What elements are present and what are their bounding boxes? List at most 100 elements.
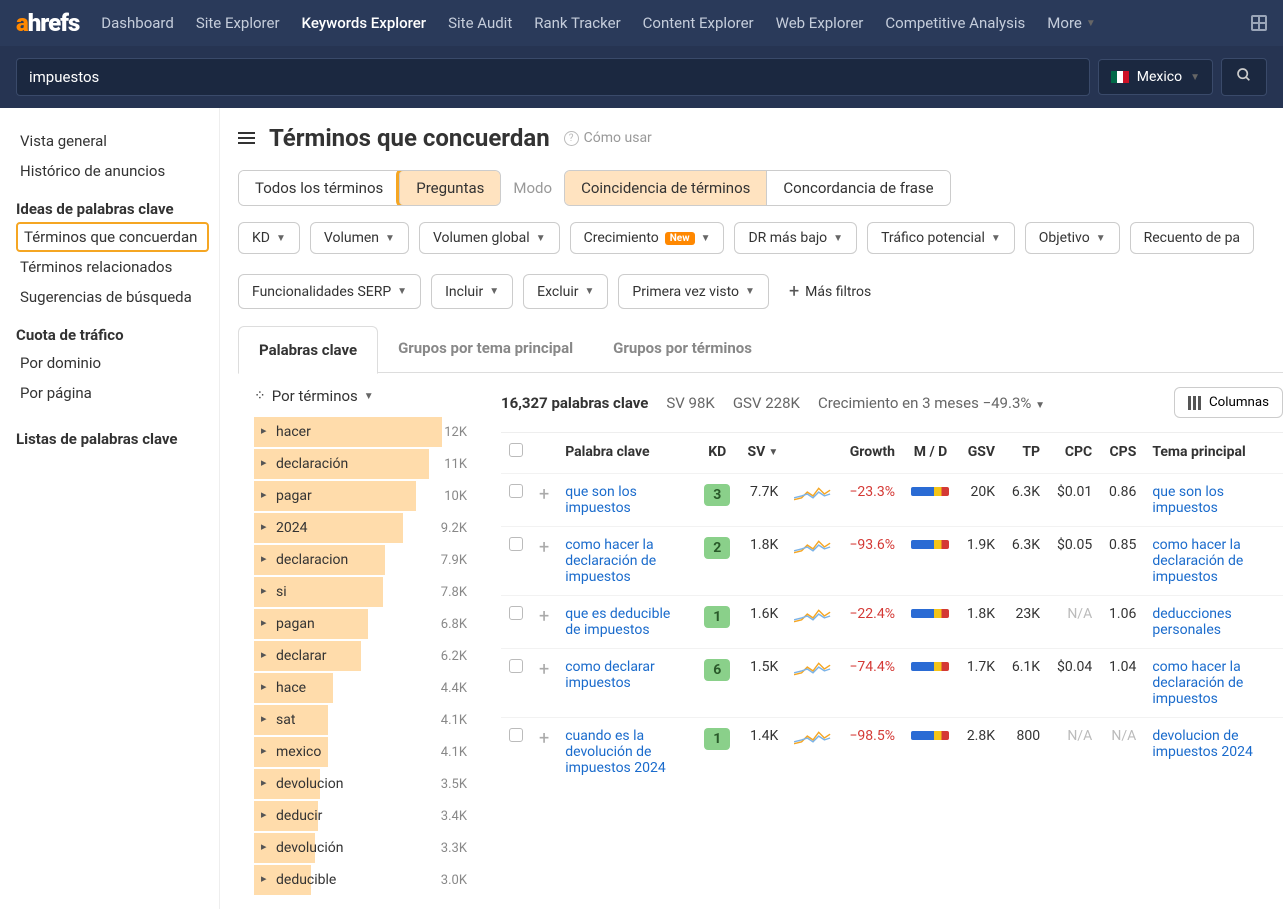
term-row[interactable]: declaracion7.9K xyxy=(254,545,473,575)
filter-kd[interactable]: KD▼ xyxy=(238,222,300,254)
keyword-input[interactable] xyxy=(16,58,1090,96)
sidebar-header-ideas: Ideas de palabras clave xyxy=(16,200,209,218)
seg-term-match[interactable]: Coincidencia de términos xyxy=(565,171,766,205)
keyword-link[interactable]: que son los impuestos xyxy=(565,484,685,516)
col-keyword[interactable]: Palabra clave xyxy=(557,433,696,474)
keyword-link[interactable]: cuando es la devolución de impuestos 202… xyxy=(565,728,685,776)
term-row[interactable]: pagar10K xyxy=(254,481,473,511)
hamburger-icon[interactable] xyxy=(238,132,255,144)
nav-site-audit[interactable]: Site Audit xyxy=(448,14,512,32)
filter-include[interactable]: Incluir▼ xyxy=(431,274,513,309)
filter-crecimiento[interactable]: CrecimientoNew▼ xyxy=(570,222,725,254)
col-topic[interactable]: Tema principal xyxy=(1144,433,1283,474)
tp-value: 6.1K xyxy=(1003,649,1048,718)
filter-recuento[interactable]: Recuento de pa xyxy=(1130,222,1254,254)
term-row[interactable]: sat4.1K xyxy=(254,705,473,735)
topic-link[interactable]: deducciones personales xyxy=(1152,606,1272,638)
sidebar-por-pagina[interactable]: Por página xyxy=(16,378,209,408)
topic-link[interactable]: que son los impuestos xyxy=(1152,484,1272,516)
expand-row-icon[interactable]: + xyxy=(539,484,549,505)
filter-first-seen[interactable]: Primera vez visto▼ xyxy=(618,274,769,309)
expand-row-icon[interactable]: + xyxy=(539,537,549,558)
md-bar xyxy=(911,609,949,618)
sidebar-vista-general[interactable]: Vista general xyxy=(16,126,209,156)
meta-growth-dropdown[interactable]: Crecimiento en 3 meses −49.3% ▼ xyxy=(818,394,1045,412)
sidebar-sugerencias-busqueda[interactable]: Sugerencias de búsqueda xyxy=(16,282,209,312)
country-selector[interactable]: Mexico ▼ xyxy=(1098,59,1213,95)
col-cpc[interactable]: CPC xyxy=(1048,433,1100,474)
tab-groups-topic[interactable]: Grupos por tema principal xyxy=(378,325,593,373)
search-button[interactable] xyxy=(1221,58,1267,96)
term-row[interactable]: pagan6.8K xyxy=(254,609,473,639)
term-row[interactable]: 20249.2K xyxy=(254,513,473,543)
group-by-terms[interactable]: ⁘ Por términos ▼ xyxy=(254,387,374,405)
topic-link[interactable]: devolucion de impuestos 2024 xyxy=(1152,728,1272,760)
keyword-link[interactable]: que es deducible de impuestos xyxy=(565,606,685,638)
col-cps[interactable]: CPS xyxy=(1100,433,1144,474)
nav-web-explorer[interactable]: Web Explorer xyxy=(776,14,864,32)
term-row[interactable]: declarar6.2K xyxy=(254,641,473,671)
nav-dashboard[interactable]: Dashboard xyxy=(101,14,174,32)
filter-trafico-potencial[interactable]: Tráfico potencial▼ xyxy=(867,222,1015,254)
nav-content-explorer[interactable]: Content Explorer xyxy=(643,14,754,32)
term-row[interactable]: si7.8K xyxy=(254,577,473,607)
term-row[interactable]: hacer12K xyxy=(254,417,473,447)
apps-icon[interactable] xyxy=(1251,15,1267,31)
sv-value: 1.4K xyxy=(739,718,787,787)
row-checkbox[interactable] xyxy=(509,728,523,742)
nav-more[interactable]: More ▼ xyxy=(1047,14,1095,32)
top-nav: ahrefs Dashboard Site Explorer Keywords … xyxy=(0,0,1283,46)
keyword-link[interactable]: como hacer la declaración de impuestos xyxy=(565,537,685,585)
filter-volumen-global[interactable]: Volumen global▼ xyxy=(419,222,560,254)
row-checkbox[interactable] xyxy=(509,659,523,673)
term-row[interactable]: declaración11K xyxy=(254,449,473,479)
keyword-link[interactable]: como declarar impuestos xyxy=(565,659,685,691)
expand-row-icon[interactable]: + xyxy=(539,728,549,749)
col-tp[interactable]: TP xyxy=(1003,433,1048,474)
columns-button[interactable]: Columnas xyxy=(1174,387,1283,418)
term-row[interactable]: devolucion3.5K xyxy=(254,769,473,799)
expand-row-icon[interactable]: + xyxy=(539,606,549,627)
more-filters[interactable]: +Más filtros xyxy=(779,274,881,309)
filter-objetivo[interactable]: Objetivo▼ xyxy=(1025,222,1120,254)
col-gsv[interactable]: GSV xyxy=(958,433,1003,474)
nav-competitive-analysis[interactable]: Competitive Analysis xyxy=(885,14,1025,32)
term-row[interactable]: deducible3.0K xyxy=(254,865,473,895)
expand-row-icon[interactable]: + xyxy=(539,659,549,680)
term-row[interactable]: hace4.4K xyxy=(254,673,473,703)
row-checkbox[interactable] xyxy=(509,606,523,620)
nav-site-explorer[interactable]: Site Explorer xyxy=(196,14,280,32)
filter-serp-features[interactable]: Funcionalidades SERP▼ xyxy=(238,274,421,309)
col-md[interactable]: M / D xyxy=(903,433,958,474)
nav-rank-tracker[interactable]: Rank Tracker xyxy=(534,14,620,32)
cps-value: 1.04 xyxy=(1100,649,1144,718)
sidebar-header-quota: Cuota de tráfico xyxy=(16,326,209,344)
select-all-checkbox[interactable] xyxy=(509,443,523,457)
col-sv[interactable]: SV ▼ xyxy=(739,433,787,474)
term-row[interactable]: devolución3.3K xyxy=(254,833,473,863)
seg-all-terms[interactable]: Todos los términos xyxy=(239,171,399,205)
nav-keywords-explorer[interactable]: Keywords Explorer xyxy=(302,14,427,32)
row-checkbox[interactable] xyxy=(509,484,523,498)
help-link[interactable]: ?Cómo usar xyxy=(564,130,652,146)
col-kd[interactable]: KD xyxy=(696,433,739,474)
terms-mode-segment: Todos los términos Preguntas xyxy=(238,170,501,206)
tab-groups-terms[interactable]: Grupos por términos xyxy=(593,325,772,373)
tab-keywords[interactable]: Palabras clave xyxy=(238,326,378,374)
filter-exclude[interactable]: Excluir▼ xyxy=(523,274,608,309)
row-checkbox[interactable] xyxy=(509,537,523,551)
term-row[interactable]: deducir3.4K xyxy=(254,801,473,831)
topic-link[interactable]: como hacer la declaración de impuestos xyxy=(1152,537,1272,585)
sidebar-historico-anuncios[interactable]: Histórico de anuncios xyxy=(16,156,209,186)
term-row[interactable]: mexico4.1K xyxy=(254,737,473,767)
seg-questions[interactable]: Preguntas xyxy=(399,171,500,205)
seg-phrase-match[interactable]: Concordancia de frase xyxy=(766,171,949,205)
filter-dr[interactable]: DR más bajo▼ xyxy=(734,222,857,254)
sidebar-terminos-relacionados[interactable]: Términos relacionados xyxy=(16,252,209,282)
sidebar: Vista general Histórico de anuncios Idea… xyxy=(0,108,220,909)
topic-link[interactable]: como hacer la declaración de impuestos xyxy=(1152,659,1272,707)
sidebar-terminos-concuerdan[interactable]: Términos que concuerdan xyxy=(16,222,209,252)
col-growth[interactable]: Growth xyxy=(840,433,903,474)
sidebar-por-dominio[interactable]: Por dominio xyxy=(16,348,209,378)
filter-volumen[interactable]: Volumen▼ xyxy=(310,222,409,254)
